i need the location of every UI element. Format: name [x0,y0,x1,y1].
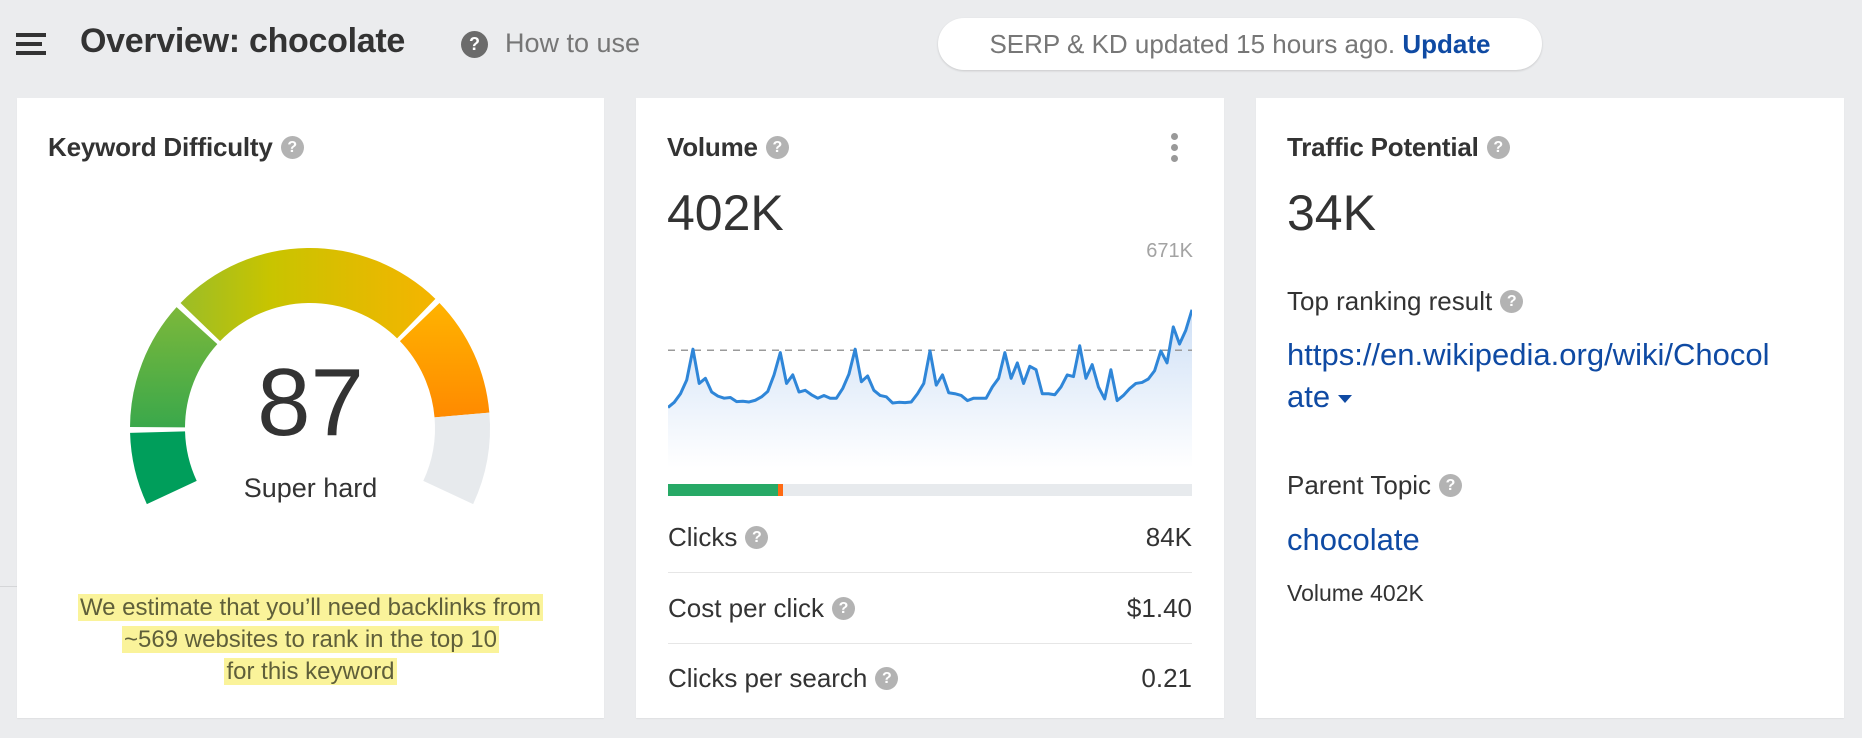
volume-value: 402K [667,185,784,241]
kd-note-line: for this keyword [224,658,397,685]
header: Overview: chocolate ? How to use SERP & … [0,0,1862,92]
card-title: Volume? [667,132,789,163]
metric-label: Clicks [668,522,738,552]
metric-label: Clicks per search [668,663,868,693]
metric-row-clicks: Clicks? 84K [668,502,1192,573]
metric-row-cpc: Cost per click? $1.40 [668,573,1192,644]
help-icon[interactable]: ? [745,525,769,549]
parent-topic-volume: Volume 402K [1287,580,1424,606]
keyword-difficulty-card: Keyword Difficulty? 87 Super hard We est… [17,98,604,718]
divider [0,586,17,587]
url-line[interactable]: https://en.wikipedia.org/wiki/Chocol [1287,337,1769,372]
kd-gauge [130,248,490,505]
top-ranking-label: Top ranking result? [1287,286,1524,317]
top-ranking-url[interactable]: https://en.wikipedia.org/wiki/Chocol ate [1287,334,1769,418]
volume-card: Volume? 402K 671K Clicks? 84K Cost per c… [636,98,1224,718]
parent-topic-link[interactable]: chocolate [1287,519,1420,561]
update-status-text: SERP & KD updated 15 hours ago. [989,29,1396,59]
caret-down-icon[interactable] [1338,394,1353,403]
metric-value: 0.21 [1141,663,1192,693]
help-icon[interactable]: ? [461,31,488,58]
how-to-use-link[interactable]: How to use [505,28,640,59]
metric-label: Cost per click [668,593,825,623]
kd-note-line: ~569 websites to rank in the top 10 [122,626,499,653]
organic-clicks-fill [668,484,779,496]
top-ranking-text: Top ranking result [1287,286,1493,316]
tp-title: Traffic Potential [1287,132,1479,162]
parent-topic-text: Parent Topic [1287,470,1432,500]
help-icon[interactable]: ? [832,596,856,620]
menu-icon[interactable] [16,33,46,55]
traffic-potential-value: 34K [1287,185,1376,241]
more-options-icon[interactable] [1171,133,1179,163]
metric-row-clicks-per-search: Clicks per search? 0.21 [668,643,1192,713]
help-icon[interactable]: ? [875,666,899,690]
gauge-segment-hard [180,248,436,342]
traffic-potential-card: Traffic Potential? 34K Top ranking resul… [1256,98,1844,718]
update-status-pill: SERP & KD updated 15 hours ago. Update [938,18,1542,70]
parent-topic-label: Parent Topic? [1287,470,1463,501]
chart-max-label: 671K [1146,240,1193,262]
help-icon[interactable]: ? [765,135,789,159]
metric-value: $1.40 [1126,593,1192,623]
volume-title: Volume [667,132,758,162]
card-title: Traffic Potential? [1287,132,1510,163]
page-title: Overview: chocolate [80,22,405,60]
kd-note-line: We estimate that you’ll need backlinks f… [77,594,544,621]
help-icon[interactable]: ? [1439,473,1463,497]
paid-clicks-fill [778,484,784,496]
kd-label: Super hard [243,473,378,503]
metric-value: 84K [1145,522,1192,552]
kd-score: 87 [257,349,364,456]
help-icon[interactable]: ? [1500,289,1524,313]
volume-trend-chart[interactable] [668,268,1192,468]
update-link[interactable]: Update [1402,29,1490,59]
url-line[interactable]: ate [1287,379,1330,414]
help-icon[interactable]: ? [1486,135,1510,159]
clicks-distribution-bar [668,484,1192,496]
kd-backlinks-note: We estimate that you’ll need backlinks f… [17,592,604,688]
